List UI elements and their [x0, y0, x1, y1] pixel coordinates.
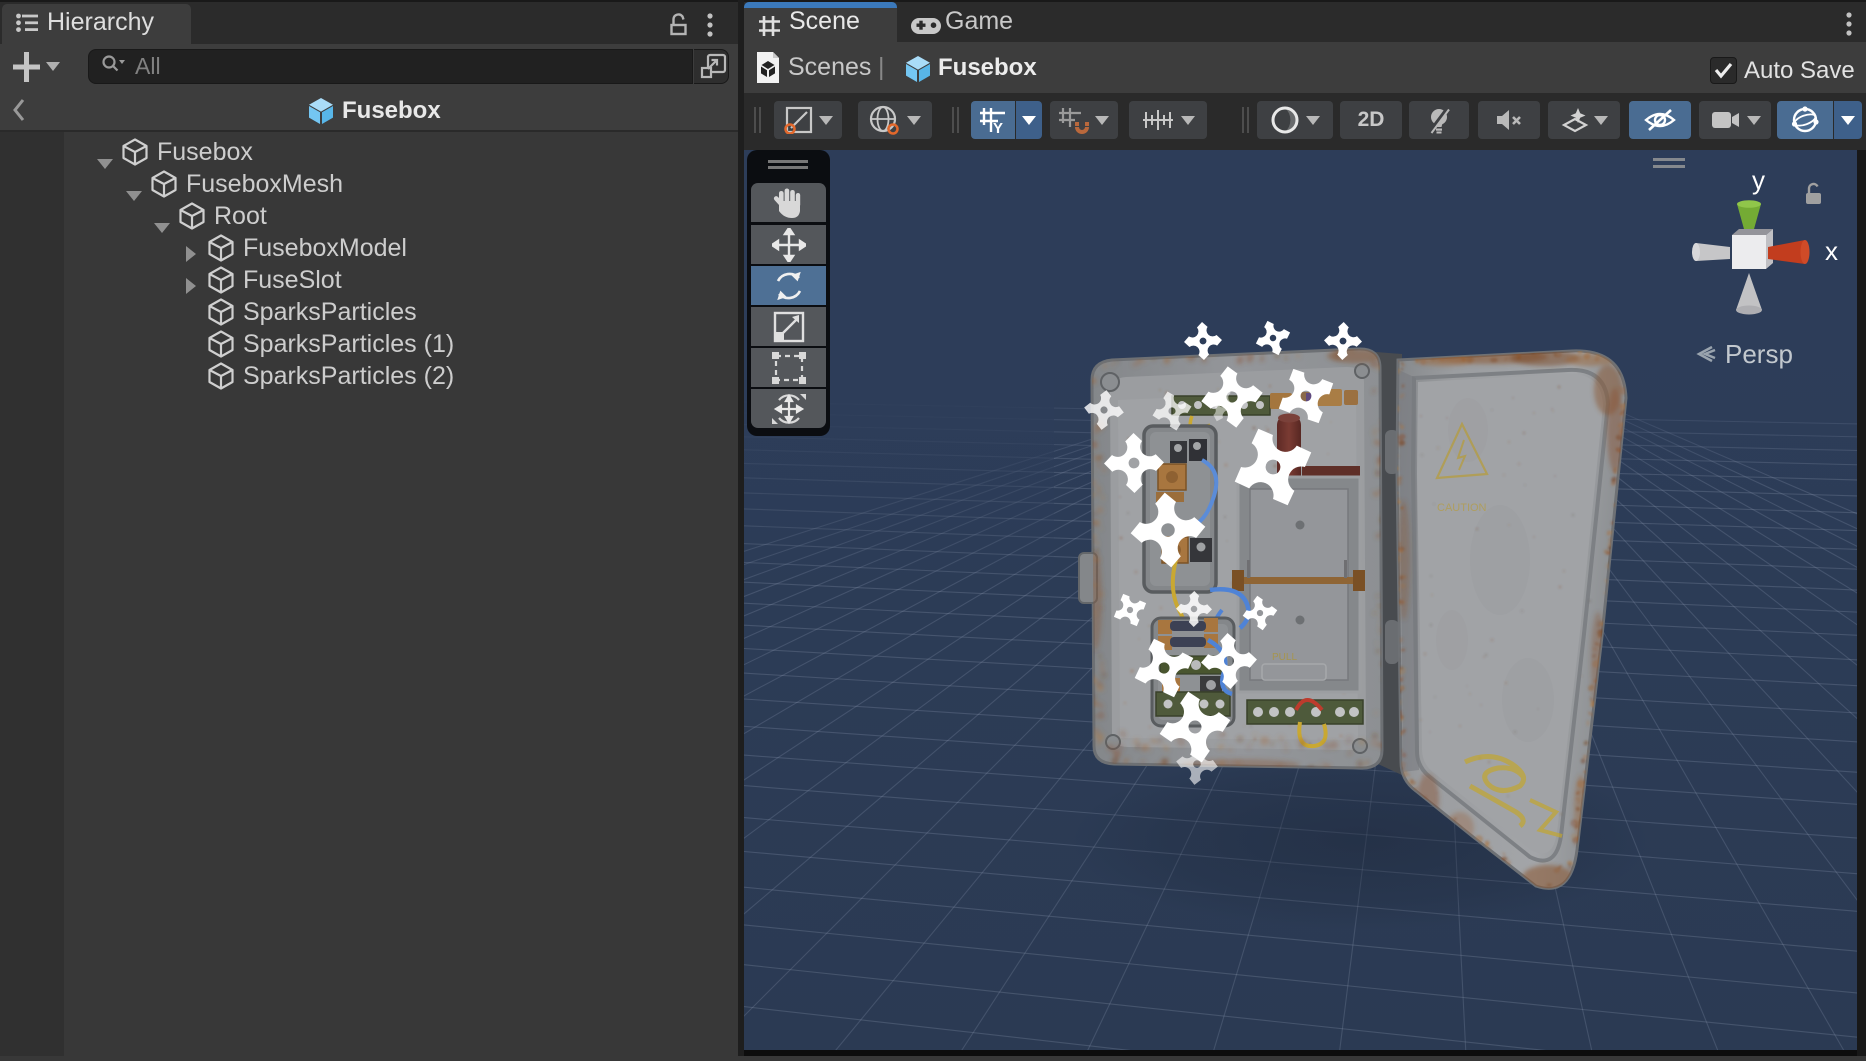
svg-text:Persp: Persp [1725, 339, 1793, 369]
svg-text:x: x [1825, 236, 1838, 266]
svg-text:CAUTION: CAUTION [1437, 502, 1487, 514]
svg-text:y: y [1752, 165, 1765, 195]
svg-text:PULL: PULL [1272, 652, 1297, 663]
svg-text:Y: Y [993, 120, 1003, 135]
